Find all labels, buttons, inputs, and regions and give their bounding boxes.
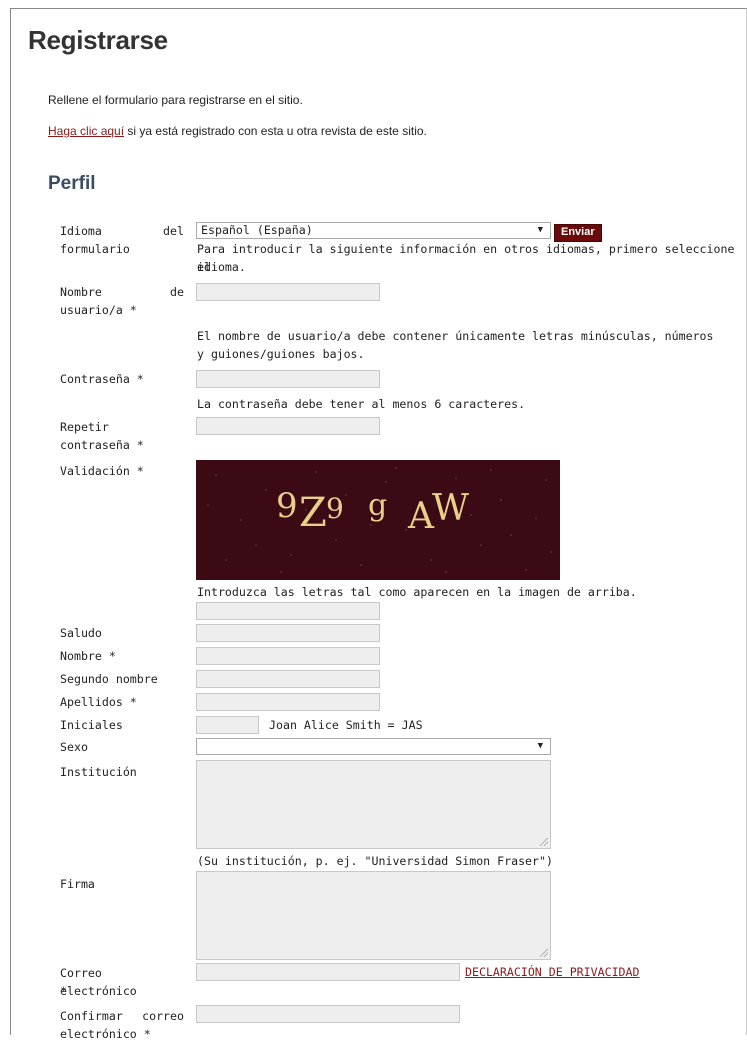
email-input[interactable] (196, 963, 460, 981)
signature-label: Firma (60, 877, 95, 891)
resize-grip-icon[interactable] (540, 838, 548, 846)
middle-name-label: Segundo nombre (60, 672, 158, 686)
confirm-email-input[interactable] (196, 1005, 460, 1023)
captcha-char: g (368, 488, 388, 523)
middle-name-input[interactable] (196, 670, 380, 688)
captcha-char: W (432, 488, 470, 529)
initials-example: Joan Alice Smith = JAS (269, 718, 423, 732)
captcha-char: Z (299, 490, 327, 536)
repeat-password-label-line1: Repetir (60, 420, 109, 434)
language-select-value: Español (España) (201, 223, 313, 237)
username-label-line2: usuario/a * (60, 303, 137, 317)
password-help: La contraseña debe tener al menos 6 cara… (197, 397, 526, 411)
first-name-input[interactable] (196, 647, 380, 665)
validation-label: Validación * (60, 464, 144, 478)
repeat-password-input[interactable] (196, 417, 380, 435)
username-input[interactable] (196, 283, 380, 301)
captcha-help: Introduzca las letras tal como aparecen … (197, 585, 637, 599)
signature-textarea[interactable] (196, 871, 551, 960)
captcha-input[interactable] (196, 602, 380, 620)
password-label: Contraseña * (60, 372, 144, 386)
salutation-input[interactable] (196, 624, 380, 642)
captcha-char: A (408, 496, 434, 537)
captcha-image: 9 Z 9 g A W (196, 460, 560, 580)
language-label-line2: formulario (60, 242, 130, 256)
dropdown-arrow-icon: ▼ (537, 225, 543, 235)
initials-input[interactable] (196, 716, 259, 734)
privacy-statement-link[interactable]: DECLARACIÓN DE PRIVACIDAD (465, 965, 640, 979)
confirm-email-label: Confirmar correo (60, 1007, 184, 1025)
login-note-text: si ya está registrado con esta u otra re… (124, 124, 427, 138)
affiliation-label: Institución (60, 765, 137, 779)
first-name-label: Nombre * (60, 649, 116, 663)
repeat-password-label-line2: contraseña * (60, 438, 144, 452)
confirm-email-label-word: Confirmar (60, 1009, 123, 1023)
last-name-input[interactable] (196, 693, 380, 711)
resize-grip-icon[interactable] (540, 949, 548, 957)
language-help-line1: Para introducir la siguiente información… (197, 242, 735, 274)
last-name-label: Apellidos * (60, 695, 137, 709)
affiliation-textarea[interactable] (196, 760, 551, 849)
username-help-line1: El nombre de usuario/a debe contener úni… (197, 329, 714, 343)
language-label-word-2: del (163, 224, 184, 238)
salutation-label: Saludo (60, 626, 102, 640)
affiliation-help: (Su institución, p. ej. "Universidad Sim… (197, 854, 553, 868)
page-container: Registrarse Rellene el formulario para r… (10, 8, 747, 1041)
password-input[interactable] (196, 370, 380, 388)
captcha-char: 9 (326, 492, 344, 525)
intro-text: Rellene el formulario para registrarse e… (48, 93, 303, 107)
dropdown-arrow-icon: ▼ (537, 741, 543, 751)
confirm-email-label-word-2: correo (142, 1009, 184, 1023)
language-label: Idioma del (60, 222, 184, 240)
section-title: Perfil (48, 173, 96, 194)
captcha-char: 9 (276, 486, 298, 526)
username-label-word: Nombre (60, 285, 102, 299)
page-title: Registrarse (28, 25, 168, 55)
language-label-word: Idioma (60, 224, 102, 238)
login-link[interactable]: Haga clic aquí (48, 124, 124, 138)
gender-label: Sexo (60, 740, 88, 754)
gender-select[interactable]: ▼ (196, 738, 551, 755)
confirm-email-label-line2: electrónico * (60, 1027, 151, 1041)
username-help-line2: y guiones/guiones bajos. (197, 347, 365, 361)
language-help-line2: idioma. (197, 260, 246, 274)
username-label: Nombre de (60, 283, 184, 301)
initials-label: Iniciales (60, 718, 123, 732)
login-note: Haga clic aquí si ya está registrado con… (48, 124, 427, 138)
username-label-word-2: de (170, 285, 184, 299)
language-select[interactable]: Español (España) ▼ (196, 222, 551, 239)
email-label-line2: * (60, 984, 67, 998)
